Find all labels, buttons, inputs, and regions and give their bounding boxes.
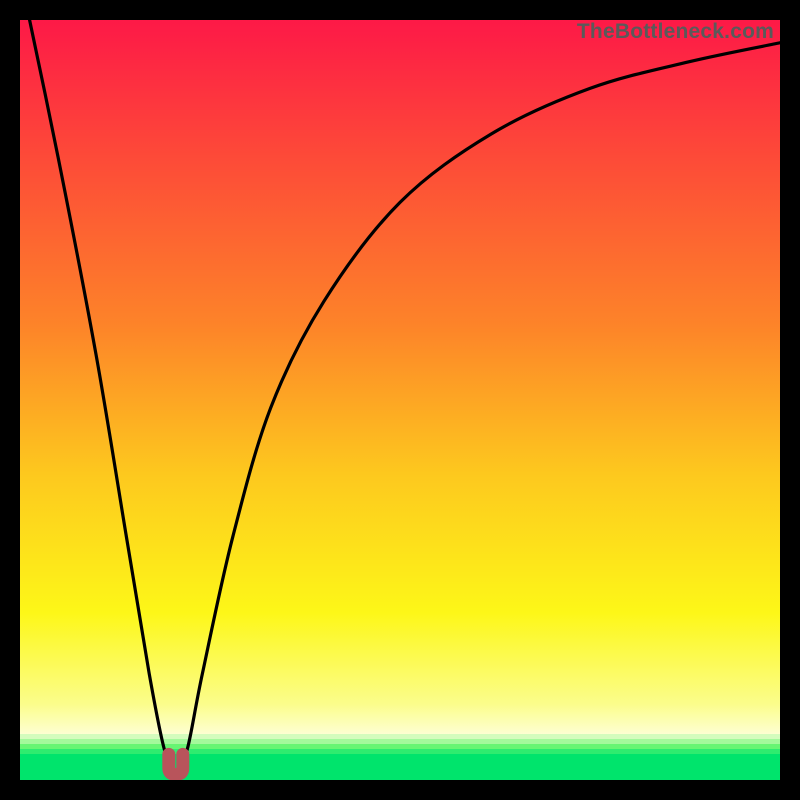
minimum-marker <box>169 754 183 774</box>
chart-frame: TheBottleneck.com <box>20 20 780 780</box>
curve-layer <box>20 20 780 780</box>
watermark-text: TheBottleneck.com <box>577 20 774 44</box>
bottleneck-curve <box>20 20 780 772</box>
